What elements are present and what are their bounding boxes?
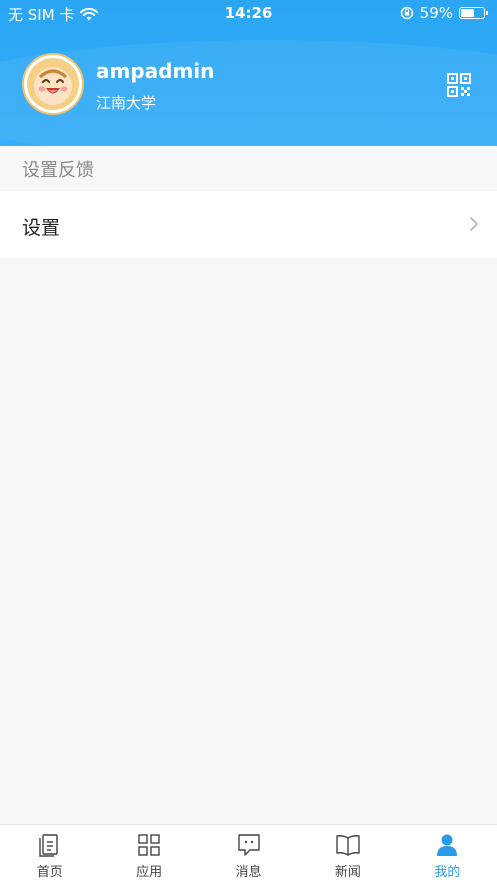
tab-news[interactable]: 新闻 <box>298 825 397 884</box>
settings-row[interactable]: 设置 <box>0 191 497 258</box>
tab-messages[interactable]: 消息 <box>199 825 298 884</box>
qr-code-icon[interactable] <box>447 73 471 97</box>
smiling-face-avatar-icon <box>27 58 79 110</box>
chevron-right-icon <box>470 217 478 231</box>
school-name: 江南大学 <box>96 94 157 112</box>
tab-news-label: 新闻 <box>334 865 361 880</box>
tab-home[interactable]: 首页 <box>0 825 99 884</box>
home-icon <box>39 834 58 857</box>
profile-header: 无 SIM 卡 14:26 59% ampadmin 江南大学 <box>0 0 497 146</box>
battery-icon <box>459 7 488 19</box>
profile-icon <box>437 834 458 856</box>
tab-messages-label: 消息 <box>235 865 262 880</box>
status-bar: 无 SIM 卡 14:26 59% <box>0 0 497 26</box>
battery-level-fill <box>461 9 474 17</box>
tab-profile-label: 我的 <box>434 865 461 880</box>
section-title: 设置反馈 <box>22 160 94 181</box>
tab-apps-label: 应用 <box>136 865 163 880</box>
status-right-group: 59% <box>400 4 488 22</box>
tab-apps[interactable]: 应用 <box>99 825 198 884</box>
avatar[interactable] <box>22 53 84 115</box>
message-icon <box>237 834 260 856</box>
battery-percent: 59% <box>419 4 453 22</box>
tab-bar: 首页 应用 消息 新闻 我的 <box>0 824 497 884</box>
tab-profile[interactable]: 我的 <box>398 825 497 884</box>
news-book-icon <box>336 835 360 856</box>
username: ampadmin <box>96 59 215 83</box>
settings-label: 设置 <box>22 217 61 239</box>
tab-home-label: 首页 <box>36 865 63 880</box>
rotation-lock-icon <box>400 6 413 20</box>
apps-grid-icon <box>138 834 160 856</box>
